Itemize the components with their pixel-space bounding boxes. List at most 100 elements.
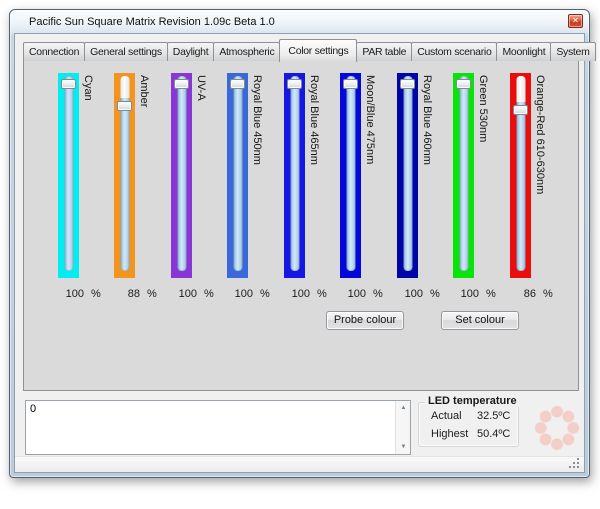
slider-label: Royal Blue 450nm: [251, 75, 263, 165]
slider-track[interactable]: [177, 76, 186, 271]
color-slider: Moon/Blue 475nm 100%: [340, 73, 361, 278]
log-scrollbar[interactable]: ▲ ▼: [395, 401, 410, 454]
slider-thumb[interactable]: [61, 79, 76, 89]
spinner-logo-icon: [531, 402, 583, 454]
window-title: Pacific Sun Square Matrix Revision 1.09c…: [29, 16, 275, 28]
color-slider: Royal Blue 460nm 100%: [397, 73, 418, 278]
scroll-up-icon[interactable]: ▲: [396, 402, 411, 414]
highest-label: Highest: [431, 428, 468, 440]
highest-temperature-row: Highest 50.4ºC: [431, 428, 468, 440]
slider-label: Amber: [138, 75, 150, 107]
slider-percent: 100%: [288, 288, 327, 300]
slider-value: 100: [62, 288, 84, 300]
close-icon: ✕: [572, 16, 579, 25]
slider-percent: 86%: [514, 288, 553, 300]
slider-label: Royal Blue 465nm: [308, 75, 320, 165]
slider-unit: %: [91, 288, 101, 300]
slider-bar: [171, 73, 192, 278]
slider-value: 100: [288, 288, 310, 300]
slider-thumb[interactable]: [513, 105, 528, 115]
slider-unit: %: [204, 288, 214, 300]
slider-track[interactable]: [120, 76, 129, 271]
actual-label: Actual: [431, 410, 462, 422]
slider-value: 100: [344, 288, 366, 300]
slider-percent: 100%: [344, 288, 383, 300]
actual-value: 32.5ºC: [477, 410, 510, 422]
slider-bar: [227, 73, 248, 278]
led-temperature-groupbox: LED temperature Actual 32.5ºC Highest 50…: [418, 402, 519, 447]
slider-value: 86: [514, 288, 536, 300]
color-slider: Royal Blue 465nm 100%: [284, 73, 305, 278]
tab-strip: Connection General settings Daylight Atm…: [23, 39, 595, 61]
slider-track[interactable]: [64, 76, 73, 271]
tab-color-settings[interactable]: Color settings: [279, 39, 357, 62]
highest-value: 50.4ºC: [477, 428, 510, 440]
slider-percent: 88%: [118, 288, 157, 300]
slider-unit: %: [317, 288, 327, 300]
slider-thumb[interactable]: [117, 101, 132, 111]
slider-unit: %: [373, 288, 383, 300]
slider-bar: [453, 73, 474, 278]
slider-bar: [510, 73, 531, 278]
app-window: Pacific Sun Square Matrix Revision 1.09c…: [9, 9, 590, 478]
tab-general-settings[interactable]: General settings: [84, 42, 168, 61]
slider-unit: %: [543, 288, 553, 300]
color-slider: Orange-Red 610-630nm 86%: [510, 73, 531, 278]
tab-page-color-settings: Cyan 100% Amber 88%: [23, 60, 579, 391]
tab-system[interactable]: System: [550, 42, 595, 61]
slider-bar: [58, 73, 79, 278]
tab-daylight[interactable]: Daylight: [167, 42, 215, 61]
title-bar[interactable]: Pacific Sun Square Matrix Revision 1.09c…: [11, 11, 588, 33]
slider-value: 88: [118, 288, 140, 300]
tab-atmospheric[interactable]: Atmospheric: [213, 42, 280, 61]
slider-track[interactable]: [459, 76, 468, 271]
tab-custom-scenario[interactable]: Custom scenario: [411, 42, 497, 61]
tab-par-table[interactable]: PAR table: [356, 42, 412, 61]
client-area: Connection General settings Daylight Atm…: [14, 33, 585, 473]
probe-colour-button[interactable]: Probe colour: [326, 311, 404, 330]
slider-track[interactable]: [290, 76, 299, 271]
slider-label: UV-A: [195, 75, 207, 101]
slider-empty: [120, 76, 129, 98]
slider-track[interactable]: [233, 76, 242, 271]
slider-track[interactable]: [346, 76, 355, 271]
slider-bar: [284, 73, 305, 278]
slider-label: Green 530nm: [477, 75, 489, 142]
slider-bar: [114, 73, 135, 278]
tab-moonlight[interactable]: Moonlight: [496, 42, 551, 61]
slider-value: 100: [401, 288, 423, 300]
slider-value: 100: [175, 288, 197, 300]
slider-unit: %: [147, 288, 157, 300]
slider-thumb[interactable]: [230, 79, 245, 89]
close-button[interactable]: ✕: [568, 14, 583, 28]
set-colour-button[interactable]: Set colour: [441, 311, 519, 330]
color-slider: UV-A 100%: [171, 73, 192, 278]
slider-unit: %: [260, 288, 270, 300]
slider-empty: [516, 76, 525, 102]
color-slider: Amber 88%: [114, 73, 135, 278]
slider-label: Orange-Red 610-630nm: [534, 75, 546, 194]
slider-thumb[interactable]: [343, 79, 358, 89]
resize-grip[interactable]: [577, 466, 579, 468]
slider-track[interactable]: [516, 76, 525, 271]
led-temperature-title: LED temperature: [425, 395, 520, 407]
log-textbox[interactable]: 0 ▲ ▼: [25, 400, 411, 455]
slider-label: Cyan: [82, 75, 94, 101]
slider-thumb[interactable]: [400, 79, 415, 89]
actual-temperature-row: Actual 32.5ºC: [431, 410, 462, 422]
slider-thumb[interactable]: [174, 79, 189, 89]
slider-percent: 100%: [231, 288, 270, 300]
slider-percent: 100%: [457, 288, 496, 300]
slider-track[interactable]: [403, 76, 412, 271]
slider-label: Royal Blue 460nm: [421, 75, 433, 165]
slider-thumb[interactable]: [287, 79, 302, 89]
slider-unit: %: [430, 288, 440, 300]
tab-connection[interactable]: Connection: [23, 42, 85, 61]
slider-value: 100: [231, 288, 253, 300]
slider-bar: [397, 73, 418, 278]
slider-unit: %: [486, 288, 496, 300]
slider-value: 100: [457, 288, 479, 300]
scroll-down-icon[interactable]: ▼: [396, 441, 411, 453]
slider-thumb[interactable]: [456, 79, 471, 89]
status-strip: [15, 456, 584, 472]
